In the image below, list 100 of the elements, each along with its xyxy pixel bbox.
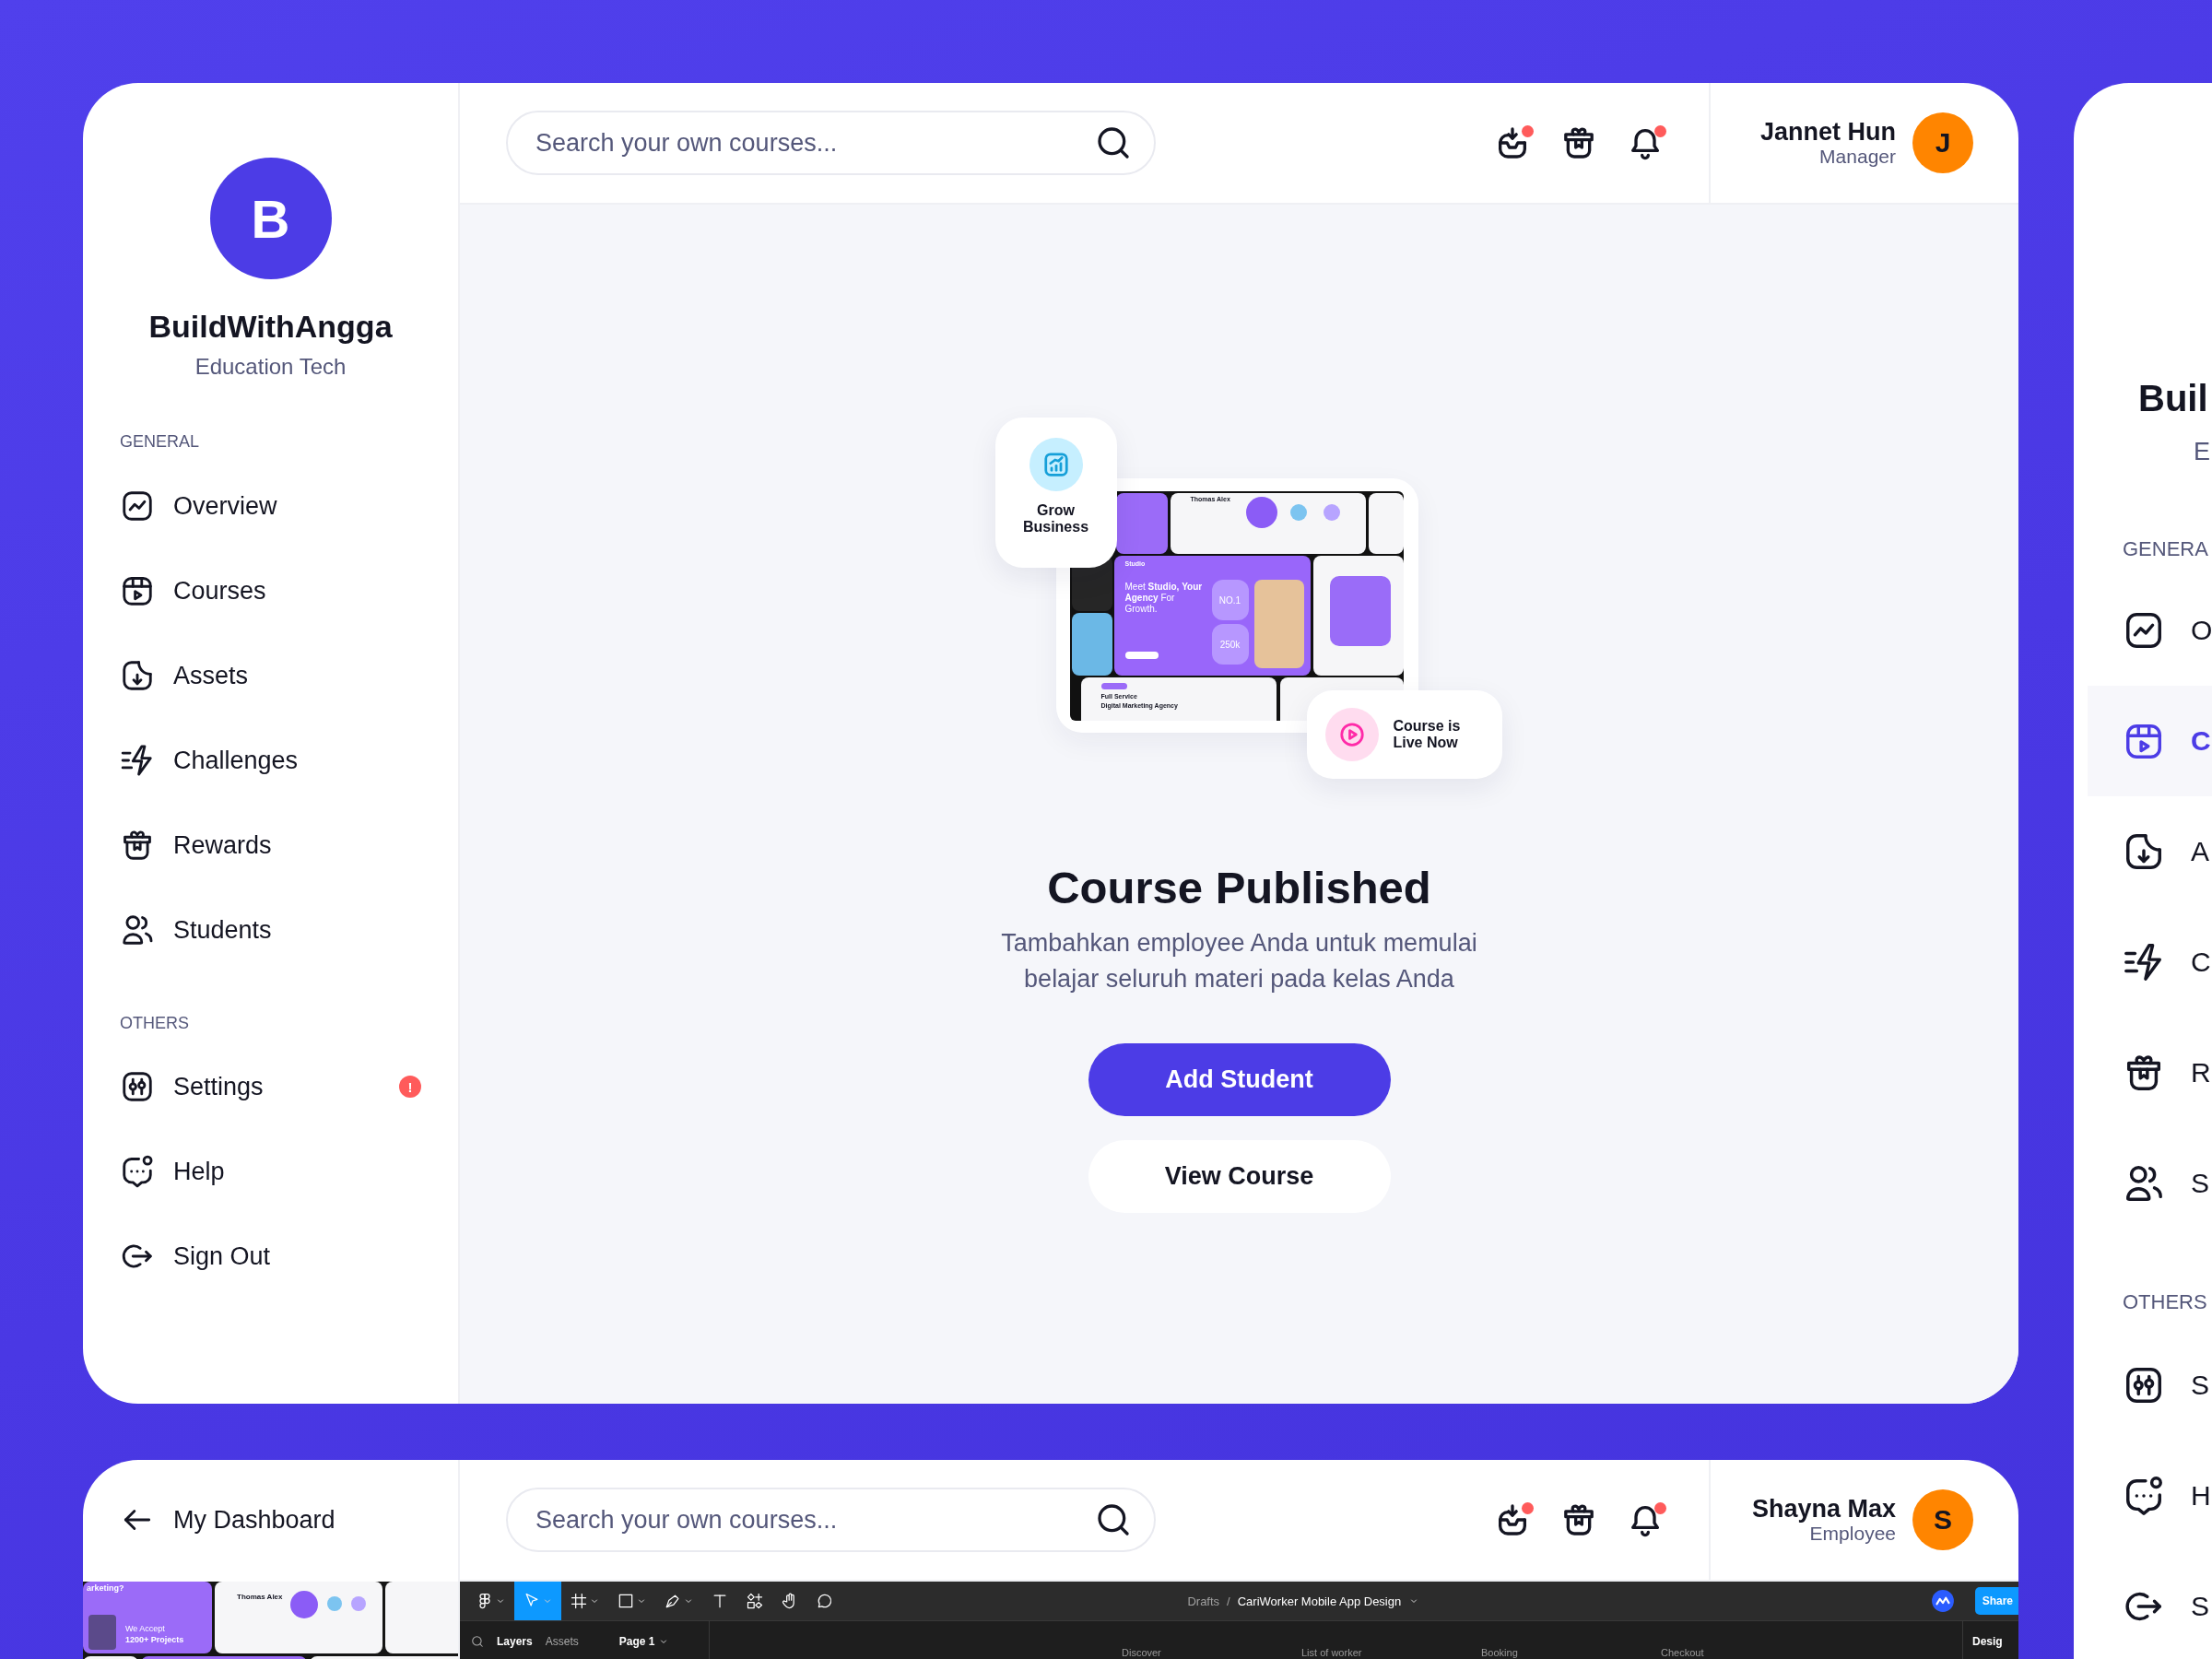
frame-label: Checkout xyxy=(1661,1647,1705,1658)
sidebar-label: A xyxy=(2191,836,2209,867)
sidebar-item[interactable]: C xyxy=(2088,686,2212,796)
section-title: GENERAL xyxy=(119,431,201,453)
sidebar-label: Assets xyxy=(173,661,249,690)
sidebar-item[interactable]: Challenges xyxy=(83,718,458,803)
sidebar-label: Challenges xyxy=(173,746,299,775)
user-role: Employee xyxy=(1808,1523,1896,1545)
sidebar-item[interactable]: C xyxy=(2074,907,2212,1018)
avatar-placeholder xyxy=(1323,504,1340,521)
sidebar-item[interactable]: Rewards xyxy=(83,803,458,888)
thumbnail-headline: arketing? xyxy=(87,1583,124,1593)
section-title: GENERA xyxy=(2122,536,2209,562)
frame-label: Booking xyxy=(1481,1647,1519,1658)
sidebar-label: C xyxy=(2191,725,2211,757)
card-label: Course is Live Now xyxy=(1393,718,1462,751)
panel-tab[interactable]: Desig xyxy=(1972,1634,2003,1648)
search-field[interactable]: Search your own courses... xyxy=(506,111,1156,175)
sidebar-label: S xyxy=(2191,1591,2209,1622)
user-avatar[interactable]: S xyxy=(1912,1489,1973,1550)
notification-dot xyxy=(1522,125,1534,137)
chat-icon xyxy=(120,1154,155,1189)
sidebar-item[interactable]: Help xyxy=(83,1129,458,1214)
tag-pill xyxy=(1100,683,1127,689)
card-label: Grow Business xyxy=(1021,502,1090,535)
page-selector[interactable]: Page 1 xyxy=(618,1634,655,1648)
sidebar-label: C xyxy=(2191,947,2211,978)
breadcrumb-separator: / xyxy=(1227,1594,1230,1608)
frame-label: List of worker xyxy=(1301,1647,1363,1658)
avatar-placeholder xyxy=(351,1596,366,1611)
user-name: Shayna Max xyxy=(1751,1495,1896,1523)
sidebar-item[interactable]: S xyxy=(2074,1128,2212,1239)
breadcrumb-link[interactable]: Drafts xyxy=(1187,1594,1220,1608)
panel-tab[interactable]: Assets xyxy=(545,1634,579,1648)
photo-placeholder xyxy=(88,1615,116,1650)
primary-button[interactable]: Add Student xyxy=(1088,1043,1391,1116)
settings-icon xyxy=(120,1069,155,1104)
user-name: Jannet Hun xyxy=(1760,118,1896,146)
sidebar-item[interactable]: H xyxy=(2074,1441,2212,1551)
sidebar-item[interactable]: O xyxy=(2074,575,2212,686)
sidebar-item[interactable]: S xyxy=(2074,1551,2212,1659)
sidebar-label: O xyxy=(2191,615,2212,646)
search-icon xyxy=(1095,1501,1132,1538)
mockup-tile xyxy=(1071,613,1112,676)
sidebar-item[interactable]: Courses xyxy=(83,548,458,633)
secondary-button[interactable]: View Course xyxy=(1088,1140,1391,1213)
sidebar-label: R xyxy=(2191,1057,2211,1088)
sidebar-item[interactable]: Sign Out xyxy=(83,1214,458,1299)
search-icon xyxy=(1095,124,1132,161)
notification-dot xyxy=(1522,1502,1534,1514)
hash-icon xyxy=(570,1592,588,1610)
lightning-icon xyxy=(120,743,155,778)
sidebar-item[interactable]: S xyxy=(2074,1330,2212,1441)
brand-logo: B xyxy=(209,158,332,279)
search-icon xyxy=(471,1634,484,1648)
stat-pill: NO.1 xyxy=(1211,580,1249,620)
brand-name: BuildWithAngga xyxy=(147,308,394,345)
sidebar-item[interactable]: Assets xyxy=(83,633,458,718)
stat-pill: 250k xyxy=(1211,624,1249,665)
section-title: OTHERS xyxy=(2122,1289,2208,1315)
notification-dot xyxy=(1654,1502,1666,1514)
thumbnail-text: We Accept xyxy=(125,1624,165,1633)
sidebar-item[interactable]: A xyxy=(2074,796,2212,907)
status-title: Course Published xyxy=(1047,862,1431,914)
sidebar-item[interactable]: R xyxy=(2074,1018,2212,1128)
search-field[interactable]: Search your own courses... xyxy=(506,1488,1156,1552)
avatar-placeholder xyxy=(1289,504,1307,521)
mockup-headline: Meet Studio, Your Agency For Growth. xyxy=(1124,582,1204,615)
sidebar-label: Courses xyxy=(173,576,266,606)
brand-subtitle: Education Tech xyxy=(194,353,347,381)
chart-icon xyxy=(120,488,155,524)
panel-tab[interactable]: Layers xyxy=(497,1634,533,1648)
square-icon xyxy=(617,1592,635,1610)
brand-subtitle: E xyxy=(2193,437,2211,467)
frame-label: Discover xyxy=(1122,1647,1162,1658)
alert-badge: ! xyxy=(399,1076,421,1098)
testimonial-name: Thomas Alex xyxy=(237,1593,283,1601)
sidebar-label: Settings xyxy=(173,1072,264,1101)
user-role: Manager xyxy=(1818,146,1896,168)
sidebar-label: Overview xyxy=(173,491,277,521)
sidebar-label: Students xyxy=(173,915,272,945)
sidebar-item[interactable]: Settings ! xyxy=(83,1044,458,1129)
sidebar-label: S xyxy=(2191,1370,2209,1401)
users-icon xyxy=(120,912,155,947)
mockup-tile xyxy=(1115,493,1168,554)
notification-dot xyxy=(1654,125,1666,137)
user-avatar[interactable]: J xyxy=(1912,112,1973,173)
components-icon xyxy=(746,1592,764,1610)
sidebar-label: Sign Out xyxy=(173,1241,271,1271)
avatar-placeholder xyxy=(327,1596,342,1611)
sidebar-label: H xyxy=(2191,1480,2211,1512)
section-title: OTHERS xyxy=(119,1013,190,1034)
sidebar-item[interactable]: Students xyxy=(83,888,458,972)
chart-icon xyxy=(1041,451,1070,478)
sidebar-label: Rewards xyxy=(173,830,272,860)
thumbnail-text: 1200+ Projects xyxy=(125,1635,184,1644)
file-name[interactable]: CariWorker Mobile App Design xyxy=(1237,1594,1402,1608)
play-icon xyxy=(1337,721,1366,748)
avatar-placeholder xyxy=(290,1591,318,1618)
sidebar-item[interactable]: Overview xyxy=(83,464,458,548)
